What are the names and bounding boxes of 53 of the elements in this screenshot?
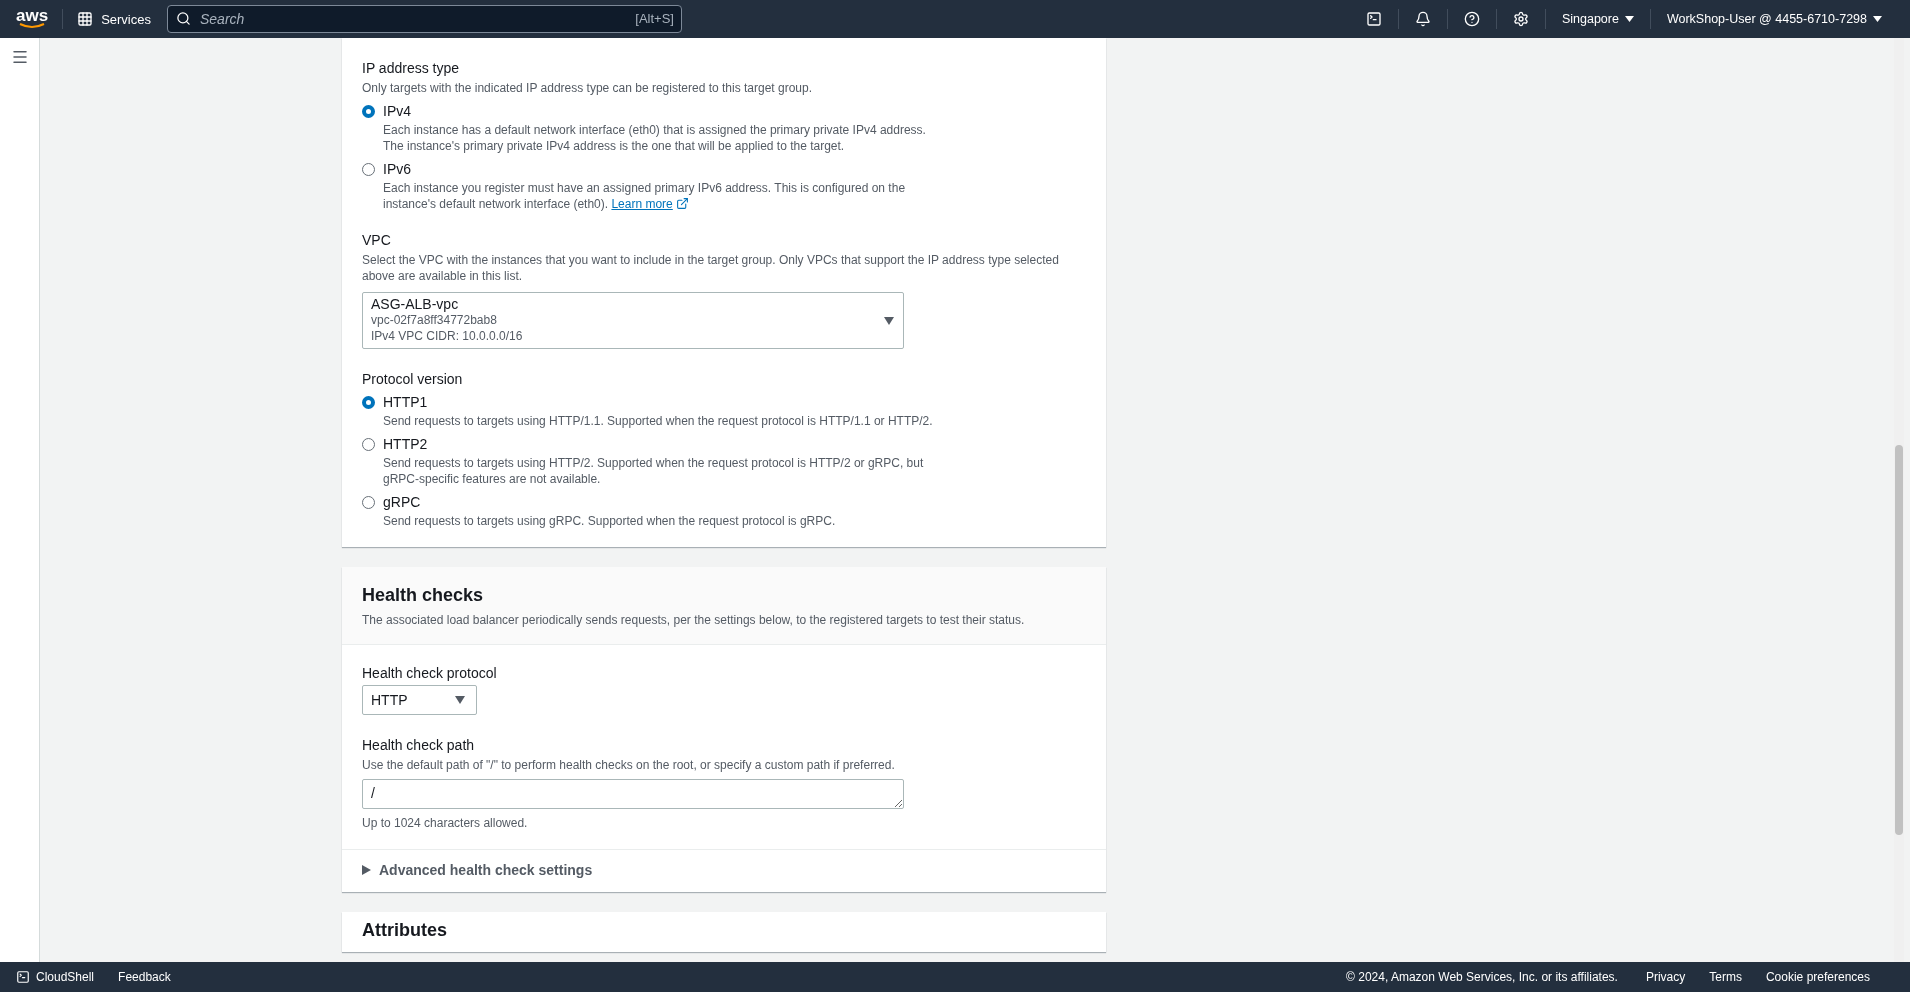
radio-label: HTTP2 [383, 436, 429, 452]
caret-icon [883, 315, 895, 326]
search-icon [176, 11, 191, 26]
radio-button[interactable] [362, 163, 375, 176]
field-description: Only targets with the indicated IP address type can be registered to this target group. [362, 80, 814, 96]
radio-button[interactable] [362, 496, 375, 509]
shortcut-hint: [Alt+S] [635, 11, 674, 26]
radio-label: gRPC [383, 494, 422, 510]
radio-button[interactable] [362, 438, 375, 451]
footer-link[interactable]: Cookie preferences [1765, 970, 1870, 984]
field-label: VPC [362, 232, 392, 248]
path-input[interactable]: / [362, 779, 904, 809]
section-description: The associated load balancer periodically sends requests, per the settings below, to the registered targets to test their status. [362, 612, 1026, 628]
learn-more-link[interactable]: Learn more [611, 197, 673, 211]
option-description: Each instance you register must have an assigned primary IPv6 address. This is configured on the instance's default network interface (eth0). Learn more [383, 180, 907, 212]
section-title: Health checks [362, 585, 485, 606]
vpc-select[interactable]: ASG-ALB-vpc vpc-02f7a8ff34772bab8 IPv4 VPC CIDR: 10.0.0.0/16 [362, 292, 904, 349]
radio-button[interactable] [362, 396, 375, 409]
radio-label: IPv6 [383, 161, 412, 177]
field-label: Health check path [362, 737, 476, 753]
radio-button[interactable] [362, 105, 375, 118]
field-description: Select the VPC with the instances that you want to include in the target group. Only VPCs that support the IP address type selected above are available in this list. [362, 252, 1060, 284]
option-description: Each instance has a default network interface (eth0) that is assigned the primary private IPv4 address. The instance's primary private IPv4 address is the one that will be applied to the target. [383, 122, 927, 154]
cloudshell-button[interactable]: CloudShell [16, 970, 95, 984]
caret-icon [1624, 15, 1634, 23]
aws-logo[interactable]: aws [16, 9, 64, 29]
caret-icon [1873, 15, 1882, 23]
services-button[interactable]: Services [77, 11, 151, 27]
footer-link[interactable]: Terms [1709, 970, 1742, 984]
caret-icon [362, 865, 371, 875]
field-label: IP address type [362, 60, 461, 76]
caret-icon [454, 695, 466, 705]
grid-icon [77, 11, 94, 27]
option-description: Send requests to targets using HTTP/2. Supported when the request protocol is HTTP/2 or gRPC, but gRPC-specific features are not available. [383, 455, 925, 487]
radio-label: IPv4 [383, 103, 412, 119]
external-link-icon [676, 197, 690, 210]
radio-label: HTTP1 [383, 394, 429, 410]
option-description: Send requests to targets using gRPC. Supported when the request protocol is gRPC. [383, 513, 837, 529]
field-label: Health check protocol [362, 665, 498, 681]
region-menu[interactable]: Singapore [1545, 9, 1651, 29]
feedback-link[interactable]: Feedback [118, 970, 171, 984]
field-description: Use the default path of "/" to perform health checks on the root, or specify a custom path if preferred. [362, 757, 896, 773]
account-menu[interactable]: WorkShop-User @ 4455-6710-7298 [1650, 9, 1898, 29]
field-hint: Up to 1024 characters allowed. [362, 815, 529, 831]
field-label: Protocol version [362, 371, 464, 387]
option-description: Send requests to targets using HTTP/1.1. Supported when the request protocol is HTTP/1.1 or HTTP/2. [383, 413, 934, 429]
menu-icon[interactable] [10, 48, 29, 66]
copyright-text: © 2024, Amazon Web Services, Inc. or its affiliates. [1346, 970, 1618, 984]
footer-link[interactable]: Privacy [1645, 970, 1686, 984]
advanced-settings-toggle[interactable]: Advanced health check settings [342, 849, 1106, 892]
section-title: Attributes [362, 920, 448, 940]
protocol-select[interactable]: HTTP [362, 685, 477, 715]
terminal-icon [16, 970, 30, 984]
